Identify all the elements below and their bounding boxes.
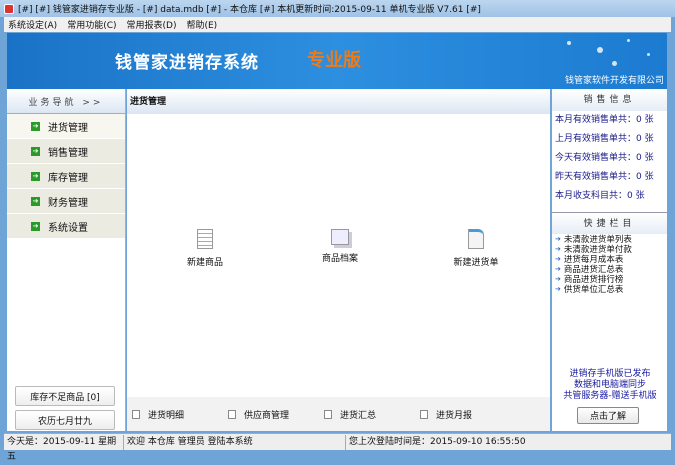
sales-stat: 上月有效销售单共：0 张 bbox=[555, 134, 654, 144]
nav-panel: 业务导航 >> ➔ 进货管理 ➔ 销售管理 ➔ 库存管理 ➔ 财务管理 ➔ 系统设置 库存… bbox=[7, 89, 126, 431]
arrow-icon: ➔ bbox=[31, 171, 40, 181]
nav-item-sales[interactable]: ➔ 销售管理 bbox=[7, 139, 125, 164]
link-label: 进货月报 bbox=[436, 410, 473, 421]
new-product-button[interactable]: 新建商品 bbox=[170, 229, 240, 268]
link-label: 进货汇总 bbox=[340, 410, 377, 421]
windows-icon bbox=[331, 229, 349, 245]
nav-item-inventory[interactable]: ➔ 库存管理 bbox=[7, 164, 125, 189]
promo-line: 共管服务器-赠送手机版 bbox=[563, 391, 657, 401]
quick-title: 快捷栏目 bbox=[552, 212, 667, 234]
promo-line: 进销存手机版已发布 bbox=[569, 369, 651, 379]
document-icon bbox=[197, 229, 213, 249]
status-welcome: 欢迎 本仓库 管理员 登陆本系统 bbox=[124, 434, 346, 450]
quick-link[interactable]: ➔ 供货单位汇总表 bbox=[552, 284, 667, 295]
link-label: 供货单位汇总表 bbox=[563, 285, 624, 295]
main-title: 进货管理 bbox=[127, 89, 550, 114]
sales-info-title: 销售信息 bbox=[552, 89, 667, 111]
icon-label: 新建进货单 bbox=[453, 258, 499, 268]
banner-edition: 专业版 bbox=[307, 50, 361, 71]
new-purchase-order-button[interactable]: 新建进货单 bbox=[441, 229, 511, 268]
low-stock-button[interactable]: 库存不足商品 [0] bbox=[15, 386, 115, 406]
doc-icon bbox=[228, 409, 236, 419]
banner: 钱管家进销存系统 专业版 钱管家软件开发有限公司 bbox=[7, 33, 667, 89]
arrow-icon: ➔ bbox=[555, 245, 561, 253]
arrow-icon: ➔ bbox=[555, 275, 561, 283]
doc-icon bbox=[324, 409, 332, 419]
link-supplier[interactable]: 供应商管理 bbox=[228, 408, 324, 421]
promo-line: 数据和电脑端同步 bbox=[573, 380, 646, 390]
window-title: [#] [#] 钱管家进销存专业版 - [#] data.mdb [#] - 本… bbox=[18, 5, 481, 15]
nav-item-settings[interactable]: ➔ 系统设置 bbox=[7, 214, 125, 239]
nav-item-purchase[interactable]: ➔ 进货管理 bbox=[7, 114, 125, 139]
sales-stat: 本月有效销售单共：0 张 bbox=[555, 115, 654, 125]
sales-stat: 本月收支科目共：0 张 bbox=[555, 191, 645, 201]
arrow-icon: ➔ bbox=[555, 265, 561, 273]
info-panel: 销售信息 本月有效销售单共：0 张 上月有效销售单共：0 张 今天有效销售单共：… bbox=[551, 89, 667, 431]
link-label: 供应商管理 bbox=[244, 410, 290, 421]
sales-stat: 昨天有效销售单共：0 张 bbox=[555, 172, 654, 182]
nav-label: 系统设置 bbox=[48, 222, 88, 234]
link-purchase-monthly[interactable]: 进货月报 bbox=[420, 408, 516, 421]
arrow-icon: ➔ bbox=[555, 255, 561, 263]
doc-icon bbox=[132, 409, 140, 419]
arrow-icon: ➔ bbox=[555, 285, 561, 293]
product-archive-button[interactable]: 商品档案 bbox=[305, 229, 375, 264]
nav-item-finance[interactable]: ➔ 财务管理 bbox=[7, 189, 125, 214]
doc-icon bbox=[420, 409, 428, 419]
status-last-login: 您上次登陆时间是：2015-09-10 16:55:50 bbox=[349, 436, 526, 447]
arrow-icon: ➔ bbox=[31, 196, 40, 206]
menu-help[interactable]: 帮助(E) bbox=[186, 18, 217, 31]
menu-functions[interactable]: 常用功能(C) bbox=[67, 18, 116, 31]
nav-label: 财务管理 bbox=[48, 197, 88, 209]
icon-label: 商品档案 bbox=[321, 254, 358, 264]
sales-stat: 今天有效销售单共：0 张 bbox=[555, 153, 654, 163]
arrow-icon: ➔ bbox=[31, 121, 40, 131]
nav-header[interactable]: 业务导航 >> bbox=[7, 89, 125, 114]
banner-company: 钱管家软件开发有限公司 bbox=[564, 76, 664, 86]
link-purchase-summary[interactable]: 进货汇总 bbox=[324, 408, 420, 421]
nav-label: 进货管理 bbox=[48, 122, 88, 134]
arrow-icon: ➔ bbox=[31, 221, 40, 231]
icon-label: 新建商品 bbox=[186, 258, 223, 268]
arrow-icon: ➔ bbox=[555, 235, 561, 243]
menu-system[interactable]: 系统设定(A) bbox=[8, 18, 57, 31]
link-purchase-detail[interactable]: 进货明细 bbox=[132, 408, 228, 421]
lunar-date-button[interactable]: 农历七月廿九 bbox=[15, 410, 115, 430]
nav-label: 销售管理 bbox=[48, 147, 88, 159]
new-document-icon bbox=[468, 229, 484, 249]
menu-bar: 系统设定(A) 常用功能(C) 常用报表(D) 帮助(E) bbox=[4, 17, 671, 32]
arrow-icon: ➔ bbox=[31, 146, 40, 156]
status-bar: 今天是：2015-09-11 星期五 欢迎 本仓库 管理员 登陆本系统 您上次登… bbox=[4, 433, 671, 462]
link-label: 进货明细 bbox=[148, 410, 185, 421]
main-panel: 进货管理 新建商品 商品档案 新建进货单 进货明细 供应商管理 进货汇总 进货月… bbox=[127, 89, 550, 431]
app-icon bbox=[4, 3, 14, 14]
nav-label: 库存管理 bbox=[48, 172, 88, 184]
bottom-links: 进货明细 供应商管理 进货汇总 进货月报 bbox=[127, 397, 550, 431]
menu-reports[interactable]: 常用报表(D) bbox=[127, 18, 177, 31]
title-bar: [#] [#] 钱管家进销存专业版 - [#] data.mdb [#] - 本… bbox=[0, 0, 675, 17]
learn-more-button[interactable]: 点击了解 bbox=[577, 407, 639, 424]
promo-text: 进销存手机版已发布 数据和电脑端同步 共管服务器-赠送手机版 bbox=[552, 369, 668, 402]
status-date: 今天是：2015-09-11 星期五 bbox=[4, 434, 124, 462]
banner-title: 钱管家进销存系统 bbox=[115, 53, 259, 73]
